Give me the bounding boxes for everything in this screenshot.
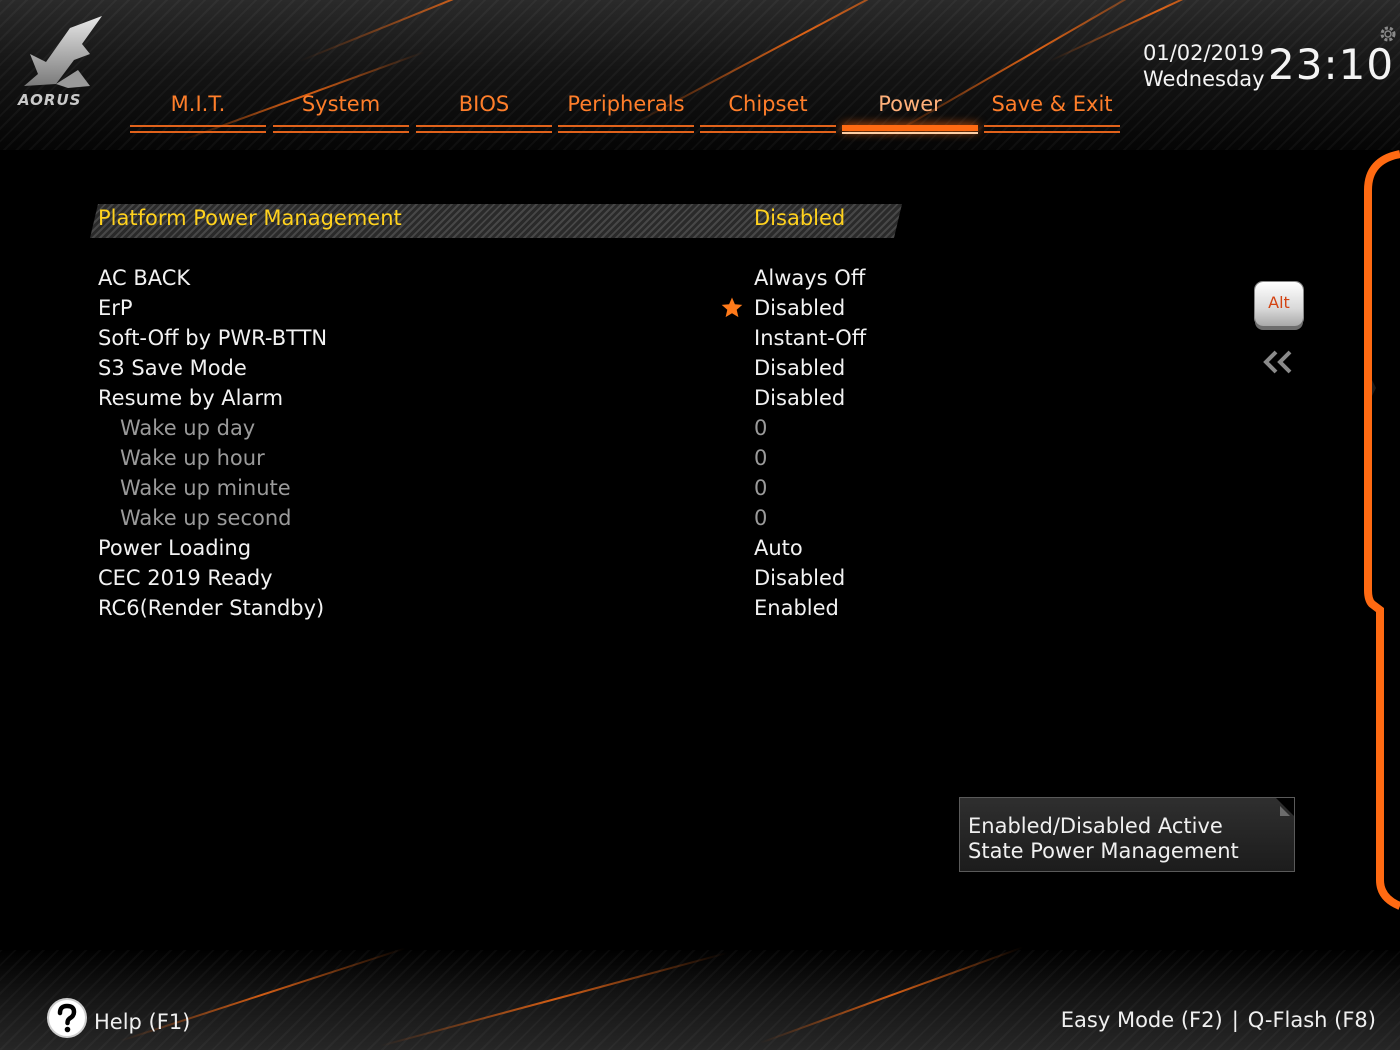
setting-value[interactable]: Instant-Off — [754, 323, 866, 353]
help-description-line1: Enabled/Disabled Active — [968, 814, 1223, 838]
setting-wake-up-second: Wake up second 0 — [98, 503, 898, 533]
tab-mit[interactable]: M.I.T. — [130, 88, 266, 138]
setting-value: 0 — [754, 416, 768, 440]
footer-background — [0, 946, 1400, 1050]
setting-power-loading[interactable]: Power Loading Auto — [98, 533, 898, 563]
setting-wake-up-day: Wake up day 0 — [98, 413, 898, 443]
time-display: 23:10 — [1268, 40, 1395, 89]
setting-wake-up-hour: Wake up hour 0 — [98, 443, 898, 473]
setting-wake-up-minute: Wake up minute 0 — [98, 473, 898, 503]
help-icon[interactable] — [46, 997, 88, 1039]
setting-erp[interactable]: ErP Disabled — [98, 293, 898, 323]
setting-label: AC BACK — [98, 266, 191, 290]
aorus-wordmark: AORUS — [18, 91, 82, 109]
setting-value[interactable]: Disabled — [754, 353, 845, 383]
footer-shortcuts: Easy Mode (F2) | Q-Flash (F8) — [1061, 1008, 1376, 1032]
setting-label: Power Loading — [98, 536, 252, 560]
tab-power[interactable]: Power — [842, 88, 978, 138]
setting-label: Wake up minute — [120, 476, 291, 500]
tab-label: Chipset — [728, 92, 808, 116]
bios-screen: AORUS M.I.T. System BIOS Peripherals Chi… — [0, 0, 1400, 1050]
easy-mode-link[interactable]: Easy Mode (F2) — [1061, 1008, 1223, 1032]
side-panel-handle[interactable] — [1360, 150, 1400, 910]
date-display: 01/02/2019 Wednesday — [1143, 40, 1265, 92]
setting-value[interactable]: Always Off — [754, 263, 865, 293]
setting-label: Soft-Off by PWR-BTTN — [98, 326, 328, 350]
setting-value: 0 — [754, 446, 768, 470]
tab-peripherals[interactable]: Peripherals — [558, 88, 694, 138]
qflash-link[interactable]: Q-Flash (F8) — [1248, 1008, 1376, 1032]
setting-value[interactable]: Disabled — [754, 563, 845, 593]
setting-label: Platform Power Management — [98, 206, 402, 230]
help-description-box: Enabled/Disabled Active State Power Mana… — [959, 797, 1295, 872]
tab-label: Power — [878, 92, 942, 116]
alt-key-button[interactable]: Alt — [1255, 282, 1303, 326]
tab-bios[interactable]: BIOS — [416, 88, 552, 138]
tab-chipset[interactable]: Chipset — [700, 88, 836, 138]
setting-cec-2019-ready[interactable]: CEC 2019 Ready Disabled — [98, 563, 898, 593]
star-icon[interactable] — [720, 296, 744, 320]
tab-label: System — [301, 92, 381, 116]
tab-label: BIOS — [458, 92, 510, 116]
setting-s3-save-mode[interactable]: S3 Save Mode Disabled — [98, 353, 898, 383]
setting-label: Wake up day — [120, 416, 256, 440]
setting-value[interactable]: Auto — [754, 533, 803, 563]
setting-label: Wake up hour — [120, 446, 265, 470]
footer-separator: | — [1231, 1008, 1239, 1032]
setting-value: 0 — [754, 476, 768, 500]
double-chevron-left-icon[interactable] — [1262, 348, 1296, 376]
tab-label: Save & Exit — [991, 92, 1113, 116]
tab-label: Peripherals — [567, 92, 685, 116]
setting-label: Wake up second — [120, 506, 292, 530]
setting-value[interactable]: Disabled — [754, 383, 845, 413]
setting-label: Resume by Alarm — [98, 386, 284, 410]
setting-resume-by-alarm[interactable]: Resume by Alarm Disabled — [98, 383, 898, 413]
tab-system[interactable]: System — [273, 88, 409, 138]
setting-platform-power-management[interactable]: Platform Power Management Disabled — [98, 203, 898, 233]
setting-label: CEC 2019 Ready — [98, 566, 273, 590]
setting-soft-off-pwr-bttn[interactable]: Soft-Off by PWR-BTTN Instant-Off — [98, 323, 898, 353]
setting-ac-back[interactable]: AC BACK Always Off — [98, 263, 898, 293]
weekday-text: Wednesday — [1143, 67, 1265, 91]
setting-label: S3 Save Mode — [98, 356, 247, 380]
help-f1-label[interactable]: Help (F1) — [94, 1010, 190, 1034]
setting-value[interactable]: Enabled — [754, 593, 839, 623]
setting-value[interactable]: Disabled — [754, 293, 845, 323]
tab-save-exit[interactable]: Save & Exit — [984, 88, 1120, 138]
setting-label: ErP — [98, 296, 133, 320]
setting-value[interactable]: Disabled — [754, 203, 845, 233]
setting-rc6-render-standby[interactable]: RC6(Render Standby) Enabled — [98, 593, 898, 623]
setting-value: 0 — [754, 506, 768, 530]
help-description-line2: State Power Management — [968, 839, 1239, 863]
date-text: 01/02/2019 — [1143, 41, 1265, 65]
tab-label: M.I.T. — [170, 92, 226, 116]
gear-icon[interactable] — [1378, 24, 1398, 44]
setting-label: RC6(Render Standby) — [98, 596, 325, 620]
